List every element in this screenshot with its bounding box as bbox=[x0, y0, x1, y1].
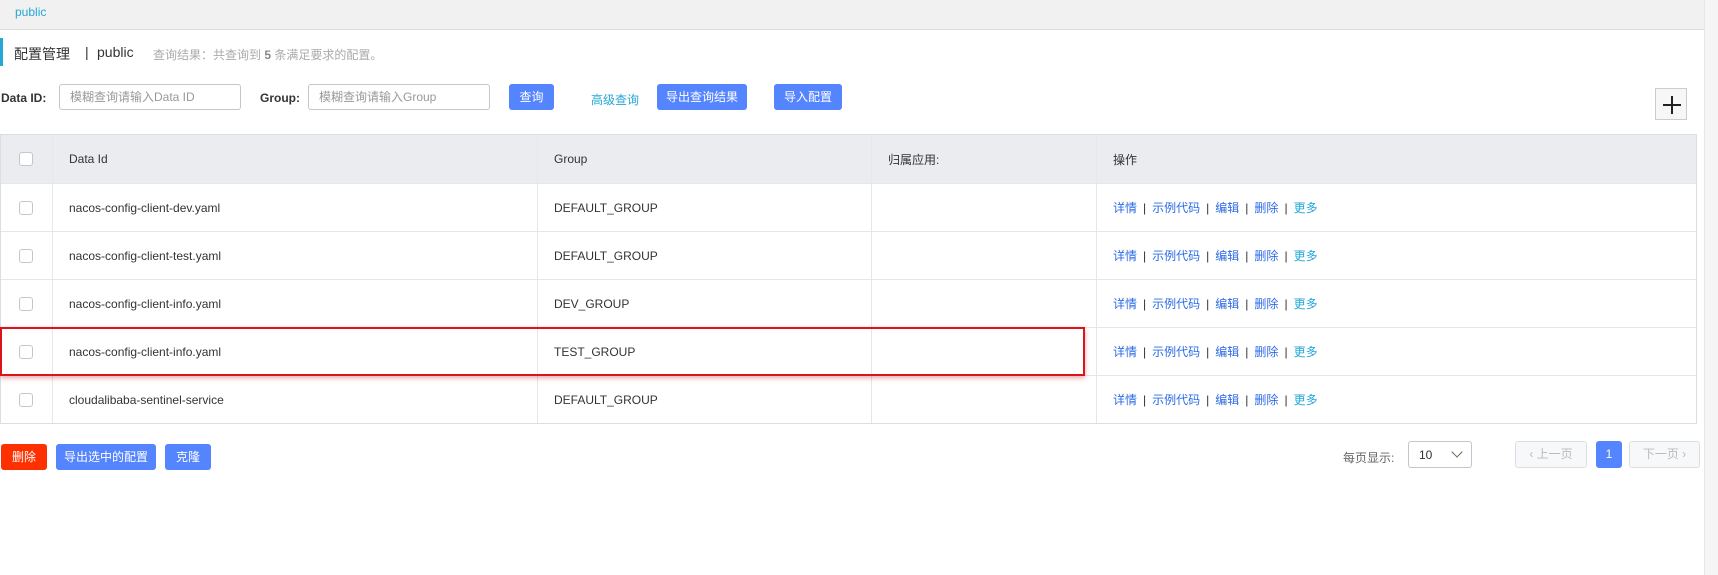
config-table: Data Id Group 归属应用: 操作 nacos-config-clie… bbox=[0, 134, 1697, 424]
action-delete[interactable]: 删除 bbox=[1254, 343, 1278, 360]
add-config-button[interactable] bbox=[1655, 88, 1687, 120]
cell-data-id: nacos-config-client-info.yaml bbox=[52, 280, 537, 327]
row-checkbox[interactable] bbox=[19, 392, 33, 407]
export-results-button[interactable]: 导出查询结果 bbox=[657, 84, 747, 110]
action-sample-code[interactable]: 示例代码 bbox=[1152, 343, 1200, 360]
action-sample-code[interactable]: 示例代码 bbox=[1152, 391, 1200, 408]
cell-app bbox=[871, 376, 1096, 423]
row-checkbox[interactable] bbox=[19, 296, 33, 311]
action-delete[interactable]: 删除 bbox=[1254, 295, 1278, 312]
page-title-main: 配置管理 bbox=[14, 46, 70, 62]
action-detail[interactable]: 详情 bbox=[1113, 391, 1137, 408]
namespace-tabbar: public bbox=[0, 0, 1704, 30]
header-group: Group bbox=[537, 135, 871, 183]
cell-app bbox=[871, 232, 1096, 279]
data-id-input[interactable] bbox=[59, 84, 241, 110]
query-button[interactable]: 查询 bbox=[509, 84, 554, 110]
action-sample-code[interactable]: 示例代码 bbox=[1152, 247, 1200, 264]
query-result-summary: 查询结果：共查询到 5 条满足要求的配置。 bbox=[153, 46, 382, 63]
cell-actions: 详情 | 示例代码 | 编辑 | 删除 | 更多 bbox=[1096, 328, 1696, 375]
title-namespace: public bbox=[97, 44, 134, 60]
cell-app bbox=[871, 184, 1096, 231]
action-sample-code[interactable]: 示例代码 bbox=[1152, 295, 1200, 312]
action-more[interactable]: 更多 bbox=[1294, 295, 1318, 312]
page-title: 配置管理 | public 查询结果：共查询到 5 条满足要求的配置。 bbox=[0, 38, 382, 66]
action-detail[interactable]: 详情 bbox=[1113, 343, 1137, 360]
group-input[interactable] bbox=[308, 84, 490, 110]
table-row: nacos-config-client-info.yaml TEST_GROUP… bbox=[1, 327, 1696, 375]
row-checkbox[interactable] bbox=[19, 200, 33, 215]
page-1-button[interactable]: 1 bbox=[1596, 441, 1622, 468]
chevron-right-icon: › bbox=[1682, 447, 1687, 461]
select-all-checkbox[interactable] bbox=[19, 152, 33, 166]
action-delete[interactable]: 删除 bbox=[1254, 247, 1278, 264]
header-app: 归属应用: bbox=[871, 135, 1096, 183]
cell-data-id: cloudalibaba-sentinel-service bbox=[52, 376, 537, 423]
advanced-query-link[interactable]: 高级查询 bbox=[591, 91, 639, 108]
table-row: nacos-config-client-dev.yaml DEFAULT_GRO… bbox=[1, 183, 1696, 231]
import-config-button[interactable]: 导入配置 bbox=[774, 84, 842, 110]
action-detail[interactable]: 详情 bbox=[1113, 247, 1137, 264]
cell-actions: 详情 | 示例代码 | 编辑 | 删除 | 更多 bbox=[1096, 376, 1696, 423]
table-row: cloudalibaba-sentinel-service DEFAULT_GR… bbox=[1, 375, 1696, 423]
prev-page-button[interactable]: ‹ 上一页 bbox=[1515, 441, 1587, 468]
cell-data-id: nacos-config-client-info.yaml bbox=[52, 328, 537, 375]
action-edit[interactable]: 编辑 bbox=[1215, 391, 1239, 408]
page-size-value: 10 bbox=[1419, 448, 1433, 462]
action-edit[interactable]: 编辑 bbox=[1215, 295, 1239, 312]
header-data-id: Data Id bbox=[52, 135, 537, 183]
action-edit[interactable]: 编辑 bbox=[1215, 199, 1239, 216]
table-row: nacos-config-client-test.yaml DEFAULT_GR… bbox=[1, 231, 1696, 279]
cell-group: DEFAULT_GROUP bbox=[537, 184, 871, 231]
cell-app bbox=[871, 280, 1096, 327]
action-sample-code[interactable]: 示例代码 bbox=[1152, 199, 1200, 216]
export-selected-button[interactable]: 导出选中的配置 bbox=[56, 444, 156, 470]
cell-actions: 详情 | 示例代码 | 编辑 | 删除 | 更多 bbox=[1096, 232, 1696, 279]
clone-button[interactable]: 克隆 bbox=[165, 444, 211, 470]
action-detail[interactable]: 详情 bbox=[1113, 295, 1137, 312]
cell-group: TEST_GROUP bbox=[537, 328, 871, 375]
chevron-down-icon bbox=[1451, 446, 1463, 458]
action-more[interactable]: 更多 bbox=[1294, 391, 1318, 408]
cell-group: DEFAULT_GROUP bbox=[537, 376, 871, 423]
cell-group: DEFAULT_GROUP bbox=[537, 232, 871, 279]
result-suffix: 条满足要求的配置。 bbox=[274, 48, 383, 62]
action-delete[interactable]: 删除 bbox=[1254, 391, 1278, 408]
header-actions: 操作 bbox=[1096, 135, 1696, 183]
cell-actions: 详情 | 示例代码 | 编辑 | 删除 | 更多 bbox=[1096, 280, 1696, 327]
result-prefix: 查询结果：共查询到 bbox=[153, 48, 262, 62]
action-more[interactable]: 更多 bbox=[1294, 199, 1318, 216]
table-row: nacos-config-client-info.yaml DEV_GROUP … bbox=[1, 279, 1696, 327]
action-edit[interactable]: 编辑 bbox=[1215, 247, 1239, 264]
namespace-tab-public[interactable]: public bbox=[15, 5, 46, 19]
action-detail[interactable]: 详情 bbox=[1113, 199, 1137, 216]
action-delete[interactable]: 删除 bbox=[1254, 199, 1278, 216]
title-separator: | bbox=[85, 44, 89, 60]
action-more[interactable]: 更多 bbox=[1294, 247, 1318, 264]
result-count: 5 bbox=[264, 48, 272, 62]
cell-app bbox=[871, 328, 1096, 375]
data-id-label: Data ID: bbox=[1, 91, 47, 105]
page-size-label: 每页显示: bbox=[1343, 451, 1395, 465]
bulk-delete-button[interactable]: 删除 bbox=[1, 444, 47, 470]
action-more[interactable]: 更多 bbox=[1294, 343, 1318, 360]
vertical-scrollbar[interactable] bbox=[1704, 0, 1718, 575]
row-checkbox[interactable] bbox=[19, 248, 33, 263]
cell-data-id: nacos-config-client-dev.yaml bbox=[52, 184, 537, 231]
row-checkbox[interactable] bbox=[19, 344, 33, 359]
cell-data-id: nacos-config-client-test.yaml bbox=[52, 232, 537, 279]
table-header: Data Id Group 归属应用: 操作 bbox=[1, 135, 1696, 183]
action-edit[interactable]: 编辑 bbox=[1215, 343, 1239, 360]
chevron-left-icon: ‹ bbox=[1529, 447, 1534, 461]
page-size-select[interactable]: 10 bbox=[1408, 441, 1472, 468]
group-label: Group: bbox=[260, 91, 300, 105]
next-page-button[interactable]: 下一页 › bbox=[1629, 441, 1700, 468]
cell-actions: 详情 | 示例代码 | 编辑 | 删除 | 更多 bbox=[1096, 184, 1696, 231]
cell-group: DEV_GROUP bbox=[537, 280, 871, 327]
